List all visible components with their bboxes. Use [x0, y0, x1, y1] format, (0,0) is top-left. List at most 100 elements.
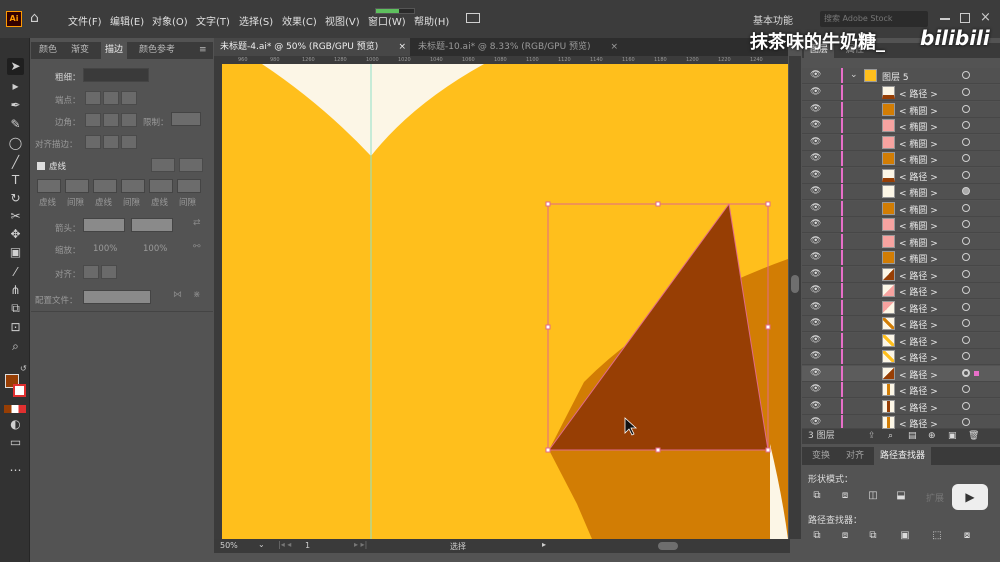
clipping-mask-icon[interactable]: ▤ — [908, 429, 917, 444]
layer-row[interactable]: 👁 < 椭圆 > — [802, 135, 1000, 152]
layer-name[interactable]: < 路径 > — [899, 318, 938, 331]
layer-name[interactable]: < 路径 > — [899, 384, 938, 397]
visibility-eye-icon[interactable]: 👁 — [810, 87, 822, 99]
start-arrow-select[interactable] — [83, 218, 125, 232]
target-icon[interactable] — [962, 418, 970, 426]
pen-tool-icon[interactable]: ✒ — [7, 97, 24, 114]
tab-stroke[interactable]: 描边 — [101, 42, 128, 59]
tab-transform[interactable]: 变换 — [806, 447, 836, 465]
layer-name[interactable]: < 路径 > — [899, 351, 938, 364]
layer-name[interactable]: < 椭圆 > — [899, 219, 938, 232]
layer-name[interactable]: < 路径 > — [899, 285, 938, 298]
cream-v-shape[interactable] — [262, 64, 484, 156]
artboard-number[interactable]: 1 — [305, 541, 310, 550]
scissors-tool-icon[interactable]: ✂ — [7, 208, 24, 225]
end-scale-value[interactable]: 100% — [143, 244, 167, 254]
menu-help[interactable]: 帮助(H) — [414, 13, 449, 28]
target-icon[interactable] — [962, 303, 970, 311]
layer-row[interactable]: 👁 < 椭圆 > — [802, 184, 1000, 201]
dash-1-input[interactable] — [37, 179, 61, 193]
layer-row-selected[interactable]: 👁 < 路径 > — [802, 366, 1000, 383]
handle-bottom-right[interactable] — [765, 447, 771, 453]
layer-row-top[interactable]: 👁 ⌄ 图层 5 — [802, 68, 1000, 85]
align-center-button[interactable] — [85, 135, 101, 149]
stroke-swatch[interactable] — [13, 384, 26, 397]
layer-row[interactable]: 👁 < 路径 > — [802, 283, 1000, 300]
new-layer-icon[interactable]: ▣ — [948, 429, 957, 444]
trim-button[interactable]: ⧈ — [838, 529, 852, 543]
layer-name[interactable]: < 椭圆 > — [899, 236, 938, 249]
swap-colors-icon[interactable]: ↺ — [20, 364, 27, 373]
flip-along-icon[interactable]: ⋈ — [173, 290, 182, 300]
layer-name[interactable]: < 路径 > — [899, 269, 938, 282]
handle-bottom-left[interactable] — [545, 447, 551, 453]
layer-name[interactable]: < 路径 > — [899, 401, 938, 414]
puppet-warp-tool-icon[interactable]: ✥ — [7, 226, 24, 243]
target-icon[interactable] — [962, 385, 970, 393]
layer-name[interactable]: < 路径 > — [899, 368, 938, 381]
tab-align[interactable]: 对齐 — [840, 447, 870, 465]
curvature-tool-icon[interactable]: ✎ — [7, 116, 24, 133]
flip-across-icon[interactable]: ⋇ — [193, 290, 201, 300]
layer-row[interactable]: 👁 < 椭圆 > — [802, 217, 1000, 234]
menu-edit[interactable]: 编辑(E) — [110, 13, 144, 28]
ellipse-tool-icon[interactable]: ◯ — [7, 135, 24, 152]
layer-row[interactable]: 👁 < 椭圆 > — [802, 250, 1000, 267]
square-cap-button[interactable] — [121, 91, 137, 105]
menu-type[interactable]: 文字(T) — [196, 13, 230, 28]
status-menu-icon[interactable]: ▸ — [542, 540, 546, 549]
artboard-nav-first-icon[interactable]: |◂ ◂ — [278, 540, 291, 549]
layer-name[interactable]: < 路径 > — [899, 302, 938, 315]
layer-name[interactable]: < 椭圆 > — [899, 104, 938, 117]
close-tab-icon[interactable]: × — [398, 38, 406, 56]
profile-select[interactable] — [83, 290, 151, 304]
miter-join-button[interactable] — [85, 113, 101, 127]
target-icon[interactable] — [962, 187, 970, 195]
visibility-eye-icon[interactable]: 👁 — [810, 70, 822, 82]
layer-name[interactable]: 图层 5 — [882, 70, 909, 83]
layer-name[interactable]: < 椭圆 > — [899, 137, 938, 150]
visibility-eye-icon[interactable]: 👁 — [810, 351, 822, 363]
target-icon[interactable] — [962, 352, 970, 360]
rotate-tool-icon[interactable]: ↻ — [7, 190, 24, 207]
menu-file[interactable]: 文件(F) — [68, 13, 102, 28]
artboard-canvas[interactable] — [222, 64, 788, 539]
zoom-level[interactable]: 50% — [220, 541, 238, 550]
gap-3-input[interactable] — [177, 179, 201, 193]
target-icon[interactable] — [962, 121, 970, 129]
layer-row[interactable]: 👁 < 路径 > — [802, 168, 1000, 185]
visibility-eye-icon[interactable]: 👁 — [810, 120, 822, 132]
delete-layer-icon[interactable]: 🗑 — [968, 429, 979, 444]
dash-3-input[interactable] — [149, 179, 173, 193]
layer-name[interactable]: < 椭圆 > — [899, 153, 938, 166]
target-icon[interactable] — [962, 220, 970, 228]
handle-top-right[interactable] — [765, 201, 771, 207]
visibility-eye-icon[interactable]: 👁 — [810, 335, 822, 347]
blend-tool-icon[interactable]: ⋔ — [7, 282, 24, 299]
end-arrow-select[interactable] — [131, 218, 173, 232]
artwork[interactable] — [222, 64, 788, 539]
visibility-eye-icon[interactable]: 👁 — [810, 269, 822, 281]
layer-row[interactable]: 👁 < 路径 > — [802, 415, 1000, 430]
divide-button[interactable]: ⧉ — [810, 529, 824, 543]
visibility-eye-icon[interactable]: 👁 — [810, 368, 822, 380]
shape-builder-tool-icon[interactable]: ⧉ — [7, 300, 24, 317]
preserve-dash-button[interactable] — [151, 158, 175, 172]
zoom-dropdown-icon[interactable]: ⌄ — [258, 540, 265, 549]
align-dash-button[interactable] — [179, 158, 203, 172]
menu-effect[interactable]: 效果(C) — [282, 13, 317, 28]
bevel-join-button[interactable] — [121, 113, 137, 127]
close-tab-2-icon[interactable]: × — [610, 38, 618, 56]
minus-front-button[interactable]: ⧈ — [838, 489, 852, 503]
minimize-icon[interactable] — [940, 18, 950, 20]
gap-1-input[interactable] — [65, 179, 89, 193]
lower-orange-shape[interactable] — [549, 450, 788, 539]
visibility-eye-icon[interactable]: 👁 — [810, 203, 822, 215]
limit-input[interactable] — [171, 112, 201, 126]
menu-window[interactable]: 窗口(W) — [368, 13, 406, 28]
minus-back-button[interactable]: ⧇ — [960, 529, 974, 543]
home-icon[interactable]: ⌂ — [30, 10, 46, 26]
handle-left[interactable] — [545, 324, 551, 330]
menu-view[interactable]: 视图(V) — [325, 13, 360, 28]
menu-select[interactable]: 选择(S) — [239, 13, 273, 28]
